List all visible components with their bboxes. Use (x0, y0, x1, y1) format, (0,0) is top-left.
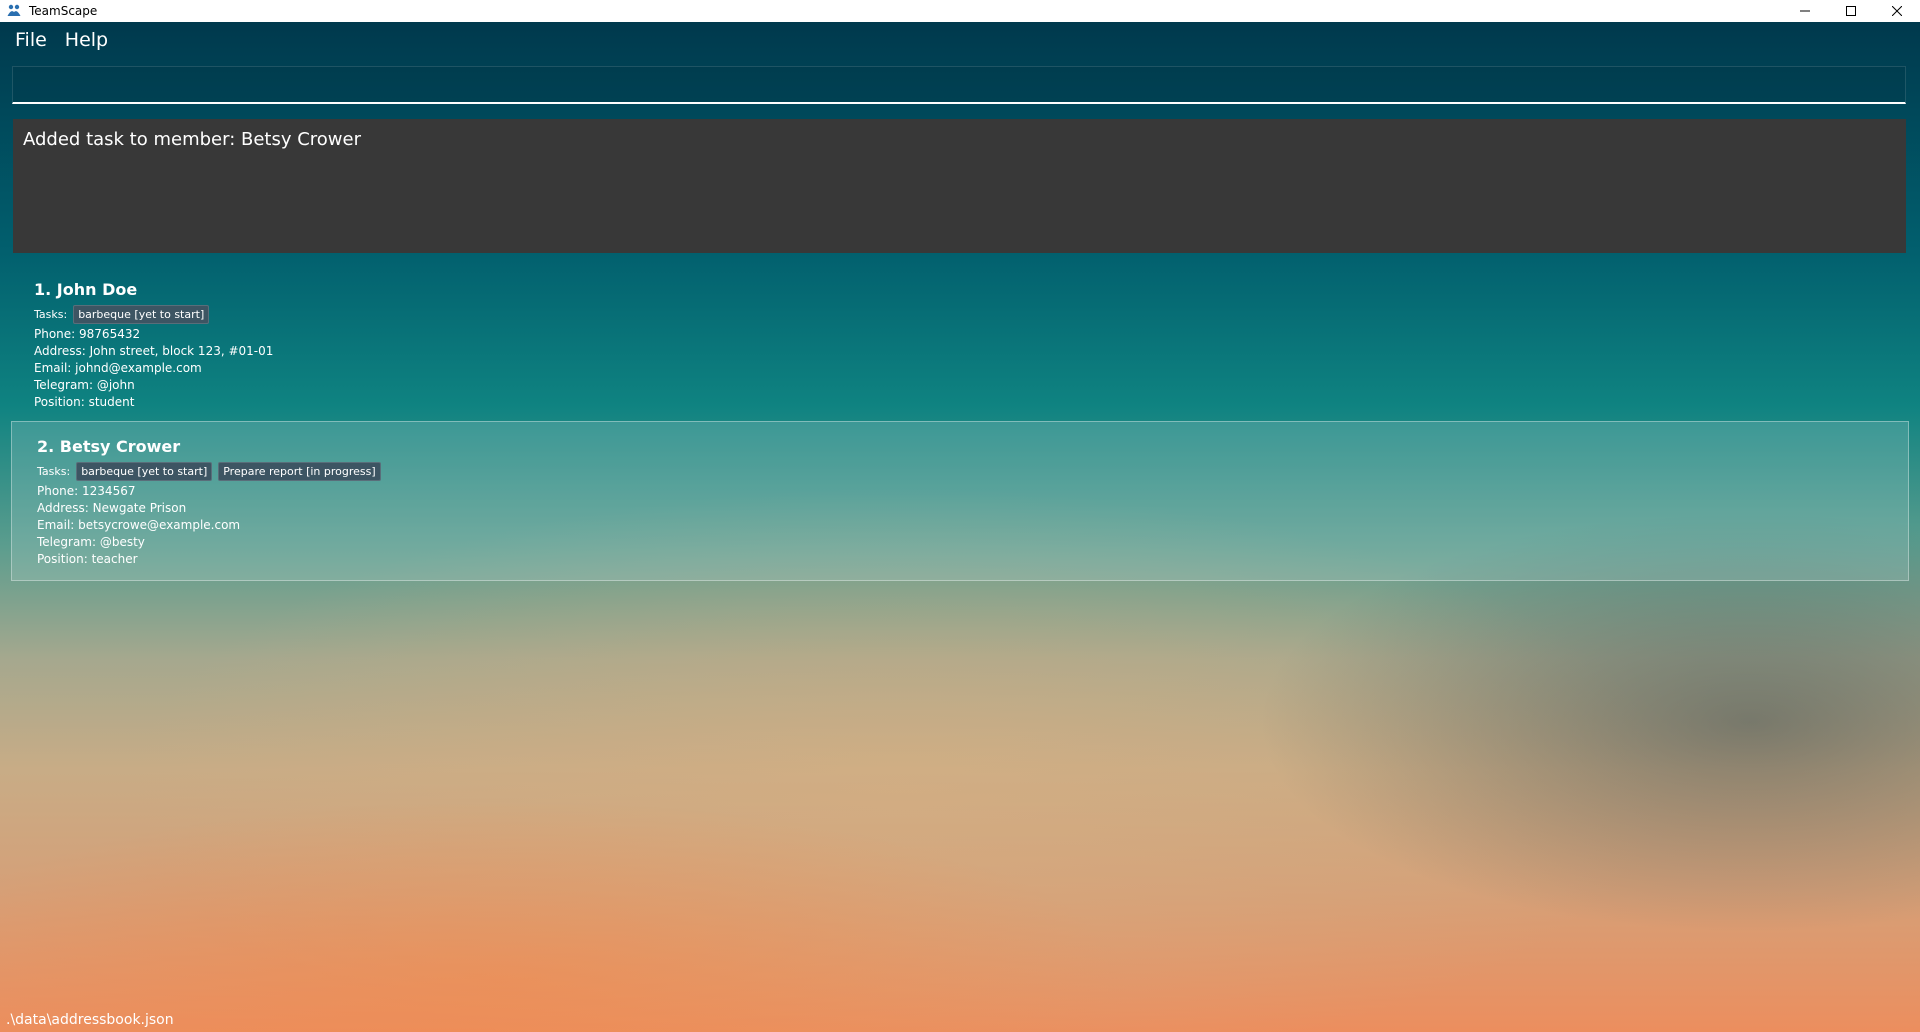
main-window: File Help Added task to member: Betsy Cr… (0, 22, 1920, 1032)
person-position: Position: teacher (37, 552, 138, 566)
person-telegram: Telegram: @john (34, 378, 135, 392)
close-button[interactable] (1874, 0, 1920, 22)
window-title: TeamScape (29, 4, 98, 18)
status-bar: .\data\addressbook.json (0, 1008, 1920, 1032)
person-position: Position: student (34, 395, 135, 409)
close-icon (1892, 6, 1902, 16)
people-icon (6, 3, 22, 19)
result-display: Added task to member: Betsy Crower (13, 119, 1906, 253)
menu-bar: File Help (0, 22, 1920, 58)
tasks-row: Tasks: barbeque [yet to start] (34, 305, 1886, 324)
person-telegram: Telegram: @besty (37, 535, 145, 549)
tasks-row: Tasks: barbeque [yet to start] Prepare r… (37, 462, 1883, 481)
person-phone: Phone: 1234567 (37, 484, 136, 498)
command-input[interactable] (12, 66, 1906, 104)
person-email: Email: betsycrowe@example.com (37, 518, 241, 532)
person-address: Address: John street, block 123, #01-01 (34, 344, 274, 358)
task-chip: barbeque [yet to start] (73, 305, 210, 324)
person-card-selected[interactable]: 2. Betsy Crower Tasks: barbeque [yet to … (11, 421, 1909, 581)
maximize-button[interactable] (1828, 0, 1874, 22)
person-phone: Phone: 98765432 (34, 327, 141, 341)
tasks-label: Tasks: (37, 465, 71, 478)
menu-help[interactable]: Help (56, 25, 117, 55)
person-card[interactable]: 1. John Doe Tasks: barbeque [yet to star… (11, 270, 1909, 421)
person-list[interactable]: 1. John Doe Tasks: barbeque [yet to star… (11, 270, 1909, 581)
menu-file[interactable]: File (6, 25, 56, 55)
window-titlebar: TeamScape (0, 0, 1920, 22)
task-chip: Prepare report [in progress] (218, 462, 381, 481)
result-text: Added task to member: Betsy Crower (23, 129, 362, 150)
person-email: Email: johnd@example.com (34, 361, 202, 375)
person-address: Address: Newgate Prison (37, 501, 187, 515)
save-location: .\data\addressbook.json (6, 1012, 174, 1028)
tasks-label: Tasks: (34, 308, 68, 321)
task-chip: barbeque [yet to start] (76, 462, 213, 481)
minimize-icon (1800, 10, 1810, 12)
maximize-icon (1846, 6, 1856, 16)
person-name: 1. John Doe (34, 280, 138, 299)
person-name: 2. Betsy Crower (37, 437, 181, 456)
minimize-button[interactable] (1782, 0, 1828, 22)
